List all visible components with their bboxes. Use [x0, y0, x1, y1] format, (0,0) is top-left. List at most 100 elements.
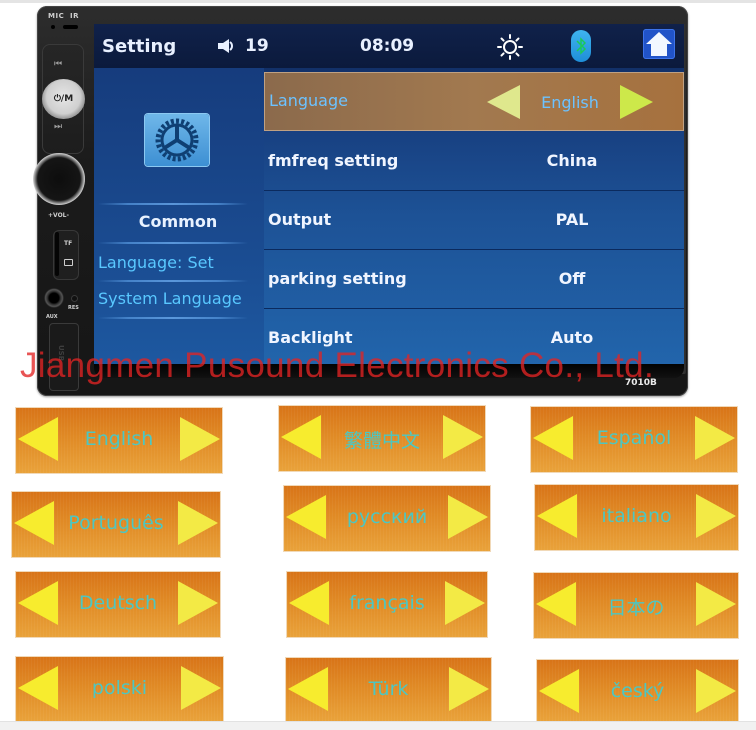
language-card[interactable]: italiano: [535, 485, 738, 550]
left-arrow-icon: [18, 581, 58, 625]
left-arrow-icon: [536, 582, 576, 626]
language-card[interactable]: Español: [531, 407, 737, 472]
clock: 08:09: [360, 36, 415, 56]
language-card-label: Türk: [368, 678, 409, 700]
language-card[interactable]: русский: [284, 486, 490, 551]
language-card-label: Español: [596, 427, 672, 449]
ir-label: IR: [70, 12, 79, 20]
language-card[interactable]: Deutsch: [16, 572, 220, 637]
setting-label: fmfreq setting: [268, 151, 399, 170]
top-border: [0, 0, 756, 3]
divider: [98, 317, 248, 319]
gear-icon: [155, 118, 199, 162]
language-card-label: 日本の: [607, 597, 665, 619]
language-card[interactable]: 日本の: [534, 573, 738, 638]
right-arrow-icon: [696, 669, 736, 713]
aux-jack[interactable]: [44, 288, 64, 308]
power-mode-button[interactable]: ⏻/M: [42, 79, 85, 119]
setting-label: Backlight: [268, 328, 353, 347]
volume-knob[interactable]: [33, 153, 85, 205]
language-card[interactable]: polski: [16, 657, 223, 721]
reset-button[interactable]: [72, 296, 77, 301]
language-card[interactable]: Português: [12, 492, 220, 557]
watermark: Jiangmen Pusound Electronics Co., Ltd.: [20, 346, 654, 385]
right-arrow-icon: [445, 581, 485, 625]
language-card[interactable]: français: [287, 572, 487, 637]
reset-label: RES: [68, 305, 79, 311]
setting-label: parking setting: [268, 269, 407, 288]
settings-category-tile[interactable]: [145, 114, 209, 166]
next-track-button[interactable]: ⏭: [54, 122, 62, 132]
language-card[interactable]: 繁體中文: [279, 406, 485, 471]
speaker-icon[interactable]: [218, 39, 236, 53]
left-arrow-icon: [18, 417, 58, 461]
right-arrow-icon: [696, 582, 736, 626]
tf-label: TF: [64, 240, 73, 247]
setting-value: Off: [558, 269, 586, 288]
left-arrow-icon: [286, 495, 326, 539]
home-button[interactable]: [643, 29, 675, 59]
setting-value: PAL: [555, 210, 589, 229]
setting-row-fmfreq[interactable]: fmfreq setting China: [264, 133, 684, 191]
divider: [98, 242, 248, 244]
language-card-label: italiano: [601, 505, 672, 527]
divider: [98, 203, 248, 205]
setting-label: Language: [269, 91, 348, 110]
language-card-label: русский: [346, 506, 428, 528]
language-card-label: polski: [91, 677, 148, 699]
prev-track-button[interactable]: ⏮: [54, 59, 62, 69]
home-icon: [646, 32, 672, 56]
left-arrow-icon: [533, 416, 573, 460]
left-arrow-icon: [289, 581, 329, 625]
setting-value: Auto: [550, 328, 594, 347]
sd-card-icon: [64, 259, 73, 266]
category-label[interactable]: Common: [98, 212, 258, 231]
left-arrow-icon: [281, 415, 321, 459]
language-card[interactable]: český: [537, 660, 738, 721]
right-arrow-icon: [178, 581, 218, 625]
language-next-arrow[interactable]: [620, 85, 653, 119]
divider: [98, 280, 248, 282]
right-arrow-icon: [696, 494, 736, 538]
setting-label: Output: [268, 210, 332, 229]
bluetooth-icon[interactable]: [571, 30, 591, 62]
mic-label: MIC: [48, 12, 65, 20]
left-arrow-icon: [539, 669, 579, 713]
left-arrow-icon: [14, 501, 54, 545]
language-card[interactable]: English: [16, 408, 222, 473]
right-arrow-icon: [449, 667, 489, 711]
language-card-label: Deutsch: [78, 592, 158, 614]
language-card[interactable]: Türk: [286, 658, 491, 721]
setting-value: China: [546, 151, 598, 170]
bottom-border: [0, 721, 756, 730]
bluetooth-glyph: [576, 37, 587, 55]
right-arrow-icon: [448, 495, 488, 539]
aux-label: AUX: [46, 314, 58, 320]
left-arrow-icon: [537, 494, 577, 538]
left-arrow-icon: [18, 666, 58, 710]
language-card-label: český: [610, 680, 665, 702]
ir-sensor: [63, 25, 78, 29]
breadcrumb-system-language: System Language: [98, 289, 242, 308]
right-arrow-icon: [180, 417, 220, 461]
right-arrow-icon: [181, 666, 221, 710]
right-arrow-icon: [178, 501, 218, 545]
language-card-label: 繁體中文: [343, 430, 420, 452]
volume-knob-label: +VOL-: [48, 212, 69, 219]
volume-level: 19: [245, 36, 269, 56]
left-arrow-icon: [288, 667, 328, 711]
breadcrumb-language-set: Language: Set: [98, 253, 214, 272]
language-prev-arrow[interactable]: [487, 85, 520, 119]
setting-row-parking[interactable]: parking setting Off: [264, 251, 684, 309]
right-arrow-icon: [695, 416, 735, 460]
right-arrow-icon: [443, 415, 483, 459]
setting-row-output[interactable]: Output PAL: [264, 192, 684, 250]
language-card-label: français: [349, 592, 425, 614]
language-card-label: English: [84, 428, 154, 450]
power-mode-label: ⏻/M: [53, 94, 74, 104]
setting-row-language[interactable]: Language English: [264, 72, 684, 131]
setting-value: English: [541, 93, 599, 112]
page-title: Setting: [102, 36, 177, 57]
language-card-label: Português: [68, 512, 164, 534]
sun-icon[interactable]: [497, 34, 523, 60]
